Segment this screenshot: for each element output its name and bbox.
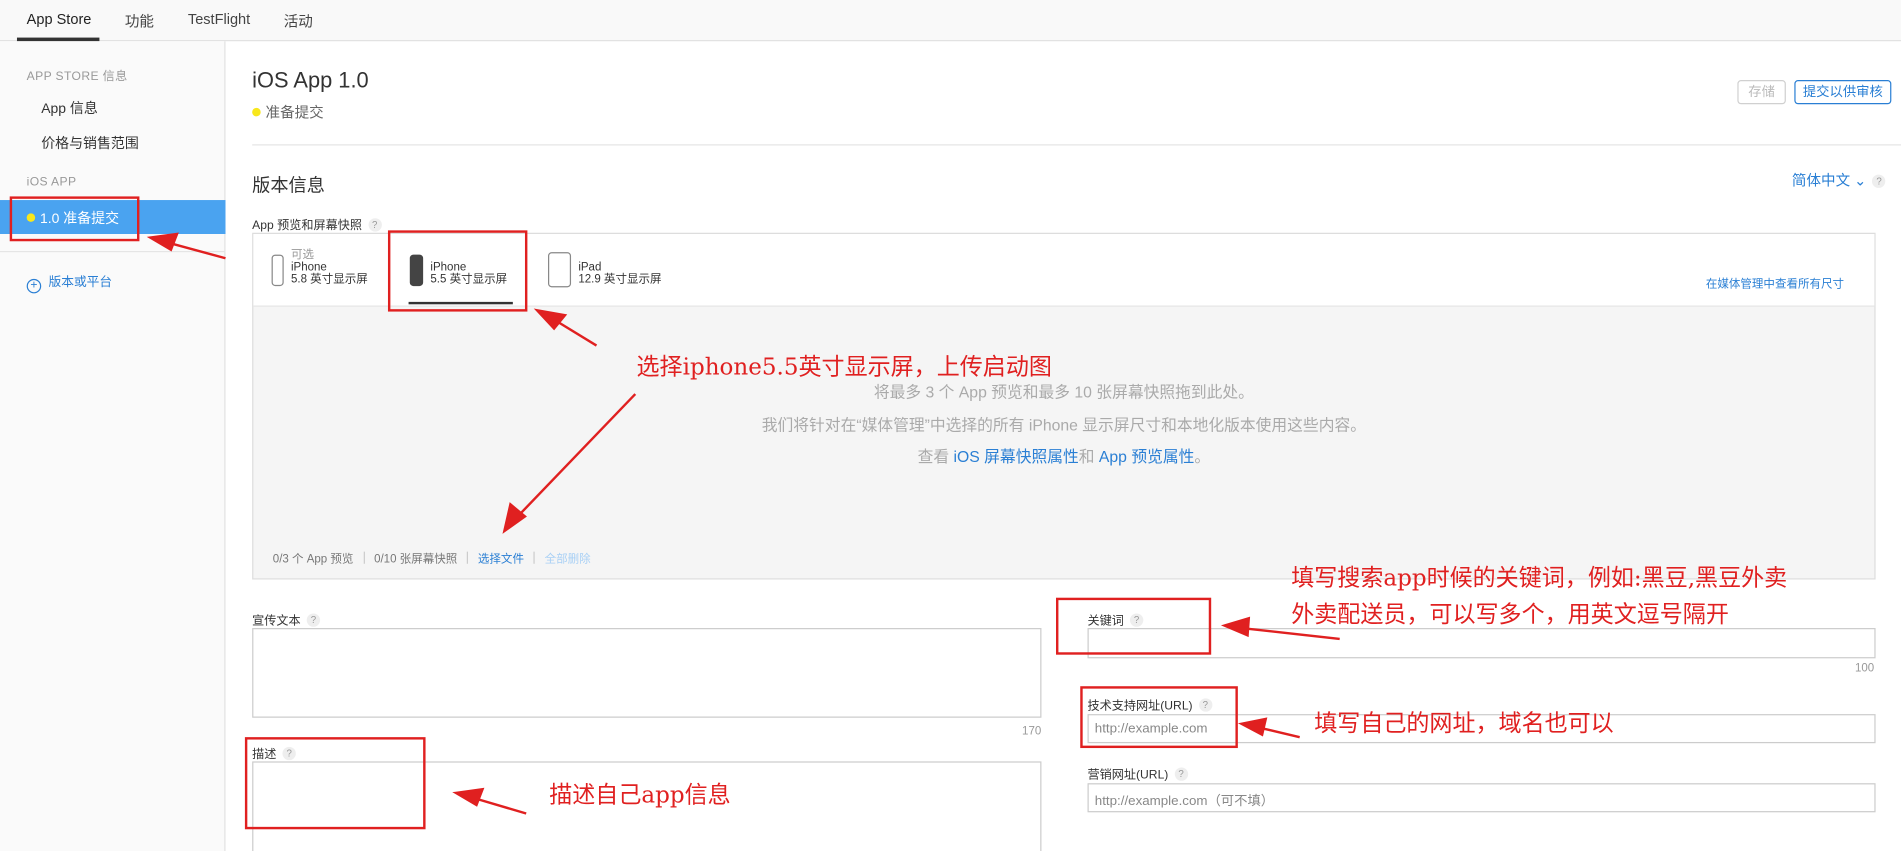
arrow-head <box>502 502 527 534</box>
arrow-line <box>1241 626 1340 641</box>
annotation-url-note: 填写自己的网址，域名也可以 <box>1314 710 1614 738</box>
annotation-keywords-line2: 外卖配送员，可以写多个，用英文逗号隔开 <box>1291 601 1729 629</box>
annotation-description-note: 描述自己app信息 <box>549 781 731 809</box>
arrow-head <box>1220 616 1251 638</box>
annotation-arrows <box>146 232 1340 815</box>
annotation-select-iphone: 选择iphone5.5英寸显示屏，上传启动图 <box>636 354 1052 381</box>
arrow-head <box>146 232 179 252</box>
arrow-head <box>533 308 568 331</box>
arrow-head <box>1237 717 1268 737</box>
arrow-line <box>166 241 226 260</box>
arrow-line <box>515 393 637 519</box>
annotation-keywords-line1: 填写搜索app时候的关键词，例如:黑豆,黑豆外卖 <box>1291 564 1788 592</box>
arrow-head <box>452 787 485 807</box>
arrow-line <box>472 796 527 815</box>
